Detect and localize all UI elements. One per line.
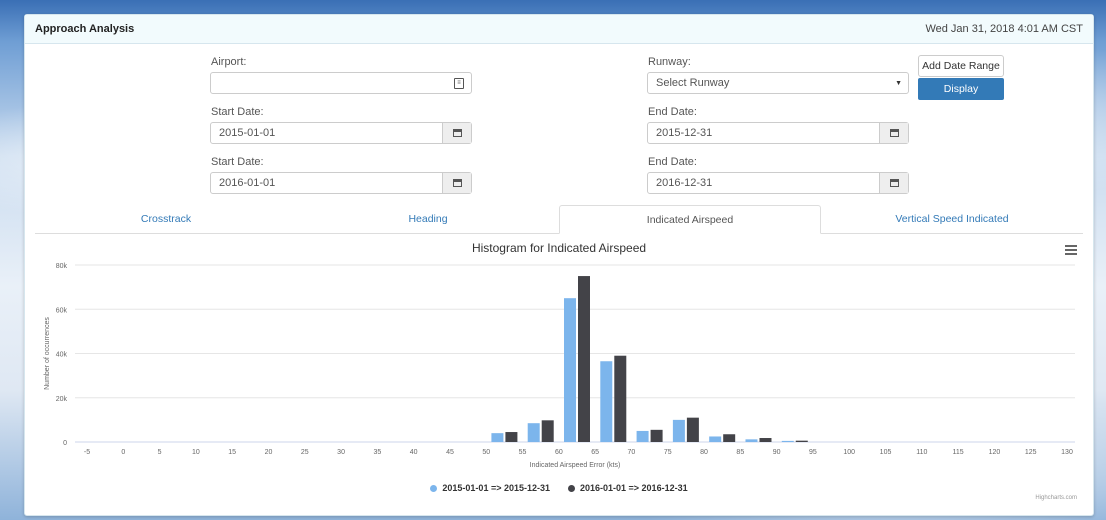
x-tick-label: 125 [1025, 449, 1037, 456]
bar-0-85 [745, 439, 758, 442]
bar-0-80 [709, 436, 722, 442]
end-date-label-2: End Date: [648, 156, 697, 168]
bar-1-70 [650, 429, 663, 442]
x-tick-label: 110 [916, 449, 927, 456]
chart-credits[interactable]: Highcharts.com [1035, 495, 1077, 501]
x-tick-label: 85 [736, 449, 744, 456]
x-tick-label: 70 [628, 449, 636, 456]
x-tick-label: 120 [989, 449, 1001, 456]
bar-1-50 [505, 432, 518, 442]
bar-1-65 [614, 355, 627, 442]
x-tick-label: 35 [373, 449, 381, 456]
x-tick-label: 100 [843, 449, 855, 456]
x-tick-label: 45 [446, 449, 454, 456]
start-date-input-2[interactable]: 2016-01-01 [210, 172, 472, 194]
bar-1-80 [723, 434, 736, 442]
legend-marker-2016 [568, 484, 575, 492]
calendar-icon[interactable] [442, 173, 471, 193]
airport-label: Airport: [211, 56, 247, 68]
legend-item-2016[interactable]: 2016-01-01 => 2016-12-31 [568, 483, 688, 493]
bar-0-75 [672, 419, 685, 442]
y-tick-label: 0 [63, 440, 67, 447]
display-button[interactable]: Display [918, 78, 1004, 100]
legend-label-2016: 2016-01-01 => 2016-12-31 [580, 483, 688, 493]
add-date-range-button[interactable]: Add Date Range [918, 55, 1004, 77]
calendar-icon[interactable] [879, 123, 908, 143]
bar-1-75 [686, 417, 699, 442]
x-tick-label: 20 [265, 449, 273, 456]
y-tick-label: 20k [56, 396, 68, 403]
legend-item-2015[interactable]: 2015-01-01 => 2015-12-31 [430, 483, 550, 493]
tab-heading[interactable]: Heading [297, 205, 559, 233]
calendar-icon[interactable] [879, 173, 908, 193]
dropdown-caret-icon: ▼ [895, 79, 902, 87]
x-tick-label: 75 [664, 449, 672, 456]
chart-legend: 2015-01-01 => 2015-12-31 2016-01-01 => 2… [35, 483, 1083, 493]
x-tick-label: 95 [809, 449, 817, 456]
x-tick-label: 130 [1061, 449, 1073, 456]
x-tick-label: 90 [773, 449, 781, 456]
x-tick-label: 30 [337, 449, 345, 456]
current-datetime: Wed Jan 31, 2018 4:01 AM CST [925, 23, 1083, 35]
x-tick-label: 65 [591, 449, 599, 456]
bar-1-90 [795, 440, 808, 442]
histogram-chart: Histogram for Indicated Airspeed 0 20k 40k… [35, 235, 1083, 511]
runway-select[interactable]: Select Runway ▼ [647, 72, 909, 94]
end-date-input-1[interactable]: 2015-12-31 [647, 122, 909, 144]
y-tick-label: 60k [56, 307, 68, 314]
x-tick-label: -5 [84, 449, 90, 456]
calendar-icon[interactable] [442, 123, 471, 143]
bar-1-55 [541, 420, 554, 442]
x-tick-label: 0 [121, 449, 125, 456]
analysis-tabs: Crosstrack Heading Indicated Airspeed Ve… [35, 205, 1083, 234]
bar-0-60 [564, 298, 576, 442]
page-title: Approach Analysis [35, 23, 135, 35]
start-date-label-2: Start Date: [211, 156, 264, 168]
tab-vertical-speed-indicated[interactable]: Vertical Speed Indicated [821, 205, 1083, 233]
bar-0-70 [636, 430, 649, 442]
y-tick-label: 40k [56, 352, 68, 359]
y-axis-label: Number of occurrences [44, 317, 51, 390]
start-date-label-1: Start Date: [211, 106, 264, 118]
x-tick-label: 5 [158, 449, 162, 456]
x-tick-label: 60 [555, 449, 563, 456]
x-tick-label: 115 [953, 449, 964, 456]
end-date-input-2[interactable]: 2016-12-31 [647, 172, 909, 194]
bar-1-85 [759, 438, 772, 442]
approach-analysis-panel: Approach Analysis Wed Jan 31, 2018 4:01 … [24, 14, 1094, 516]
x-axis-label: Indicated Airspeed Error (kts) [530, 462, 621, 469]
tab-crosstrack[interactable]: Crosstrack [35, 205, 297, 233]
x-tick-label: 10 [192, 449, 200, 456]
bar-1-60 [578, 276, 590, 442]
x-tick-label: 55 [519, 449, 527, 456]
x-tick-label: 15 [228, 449, 236, 456]
chart-plot: 0 20k 40k 60k 80k Number of occurrences -5 0 5 10… [44, 263, 1075, 469]
bar-0-90 [781, 440, 794, 442]
bar-0-55 [527, 423, 540, 442]
end-date-label-1: End Date: [648, 106, 697, 118]
bar-0-65 [600, 361, 613, 442]
panel-header: Approach Analysis Wed Jan 31, 2018 4:01 … [25, 15, 1093, 44]
legend-label-2015: 2015-01-01 => 2015-12-31 [442, 483, 550, 493]
x-tick-label: 25 [301, 449, 309, 456]
x-tick-label: 80 [700, 449, 708, 456]
y-tick-label: 80k [56, 263, 68, 270]
bar-0-50 [491, 433, 504, 442]
airport-input[interactable]: ≡ [210, 72, 472, 94]
start-date-input-1[interactable]: 2015-01-01 [210, 122, 472, 144]
x-tick-label: 50 [482, 449, 490, 456]
x-tick-label: 105 [880, 449, 892, 456]
x-tick-label: 40 [410, 449, 418, 456]
tab-indicated-airspeed[interactable]: Indicated Airspeed [559, 205, 821, 234]
runway-label: Runway: [648, 56, 691, 68]
keyboard-icon: ≡ [454, 77, 464, 89]
legend-marker-2015 [430, 484, 438, 492]
